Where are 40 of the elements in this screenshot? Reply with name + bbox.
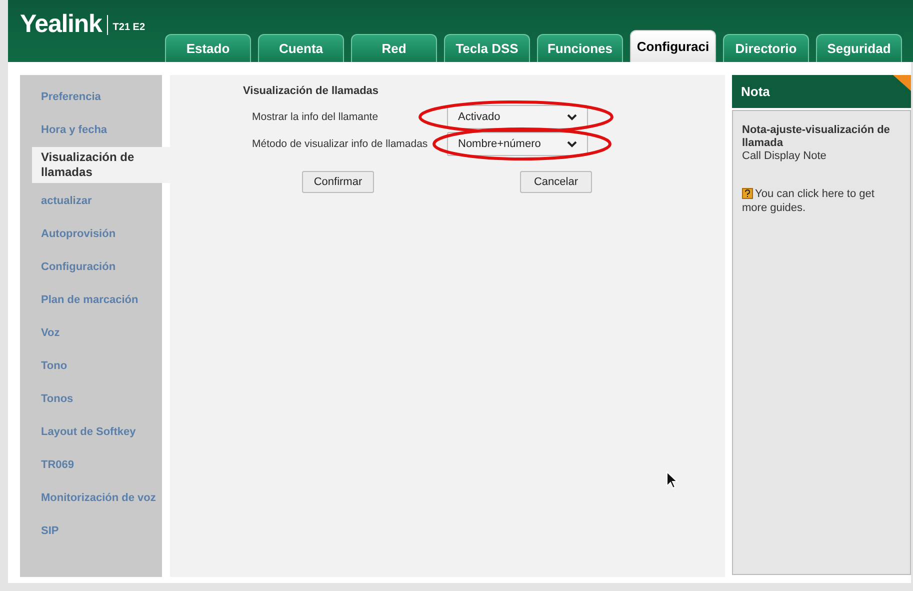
chevron-down-icon xyxy=(567,140,577,148)
field-label: Mostrar la info del llamante xyxy=(252,110,378,125)
note-title: Nota xyxy=(741,82,770,101)
sidebar-item[interactable]: Autoprovisión xyxy=(20,218,162,251)
sidebar-item[interactable]: Layout de Softkey xyxy=(20,416,162,449)
sidebar-item[interactable]: Tono xyxy=(20,350,162,383)
form-button[interactable]: Cancelar xyxy=(520,171,592,193)
sidebar-item[interactable]: actualizar xyxy=(20,185,162,218)
sidebar-item[interactable]: Voz xyxy=(20,317,162,350)
nav-tab[interactable]: Tecla DSS xyxy=(444,34,530,62)
corner-fold-icon xyxy=(893,75,911,91)
nav-tab[interactable]: Funciones xyxy=(537,34,623,62)
field-label: Método de visualizar info de llamadas xyxy=(252,137,428,152)
sidebar-item[interactable]: Plan de marcación xyxy=(20,284,162,317)
nav-tab[interactable]: Seguridad xyxy=(816,34,902,62)
mouse-pointer-icon xyxy=(666,471,678,490)
sidebar-item[interactable]: SIP xyxy=(20,515,162,548)
nav-tab[interactable]: Red xyxy=(351,34,437,62)
model-label: T21 E2 xyxy=(112,21,146,35)
sidebar-item[interactable]: Monitorización de voz xyxy=(20,482,162,515)
guide-link[interactable]: You can click here to get more guides. xyxy=(742,187,901,215)
help-book-icon xyxy=(742,188,753,199)
note-heading: Nota-ajuste-visualización de llamada xyxy=(742,124,891,150)
sidebar-item[interactable]: Configuración xyxy=(20,251,162,284)
nav-tab[interactable]: Directorio xyxy=(723,34,809,62)
sidebar-item[interactable]: TR069 xyxy=(20,449,162,482)
form-button[interactable]: Confirmar xyxy=(302,171,374,193)
sidebar-item[interactable]: Tonos xyxy=(20,383,162,416)
sidebar-item[interactable]: Visualización de llamadas xyxy=(32,147,170,183)
sidebar-item[interactable]: Hora y fecha xyxy=(20,114,162,147)
section-title: Visualización de llamadas xyxy=(243,84,379,99)
dropdown[interactable]: Activado xyxy=(447,105,588,129)
nav-tab[interactable]: Configuraci xyxy=(630,30,716,62)
note-subtitle: Call Display Note xyxy=(742,150,828,163)
dropdown[interactable]: Nombre+número xyxy=(447,132,588,156)
nav-tab[interactable]: Cuenta xyxy=(258,34,344,62)
chevron-down-icon xyxy=(567,114,577,120)
sidebar-item[interactable]: Preferencia xyxy=(20,81,162,114)
logo-text: Yealink xyxy=(20,12,102,37)
nav-tab[interactable]: Estado xyxy=(165,34,251,62)
